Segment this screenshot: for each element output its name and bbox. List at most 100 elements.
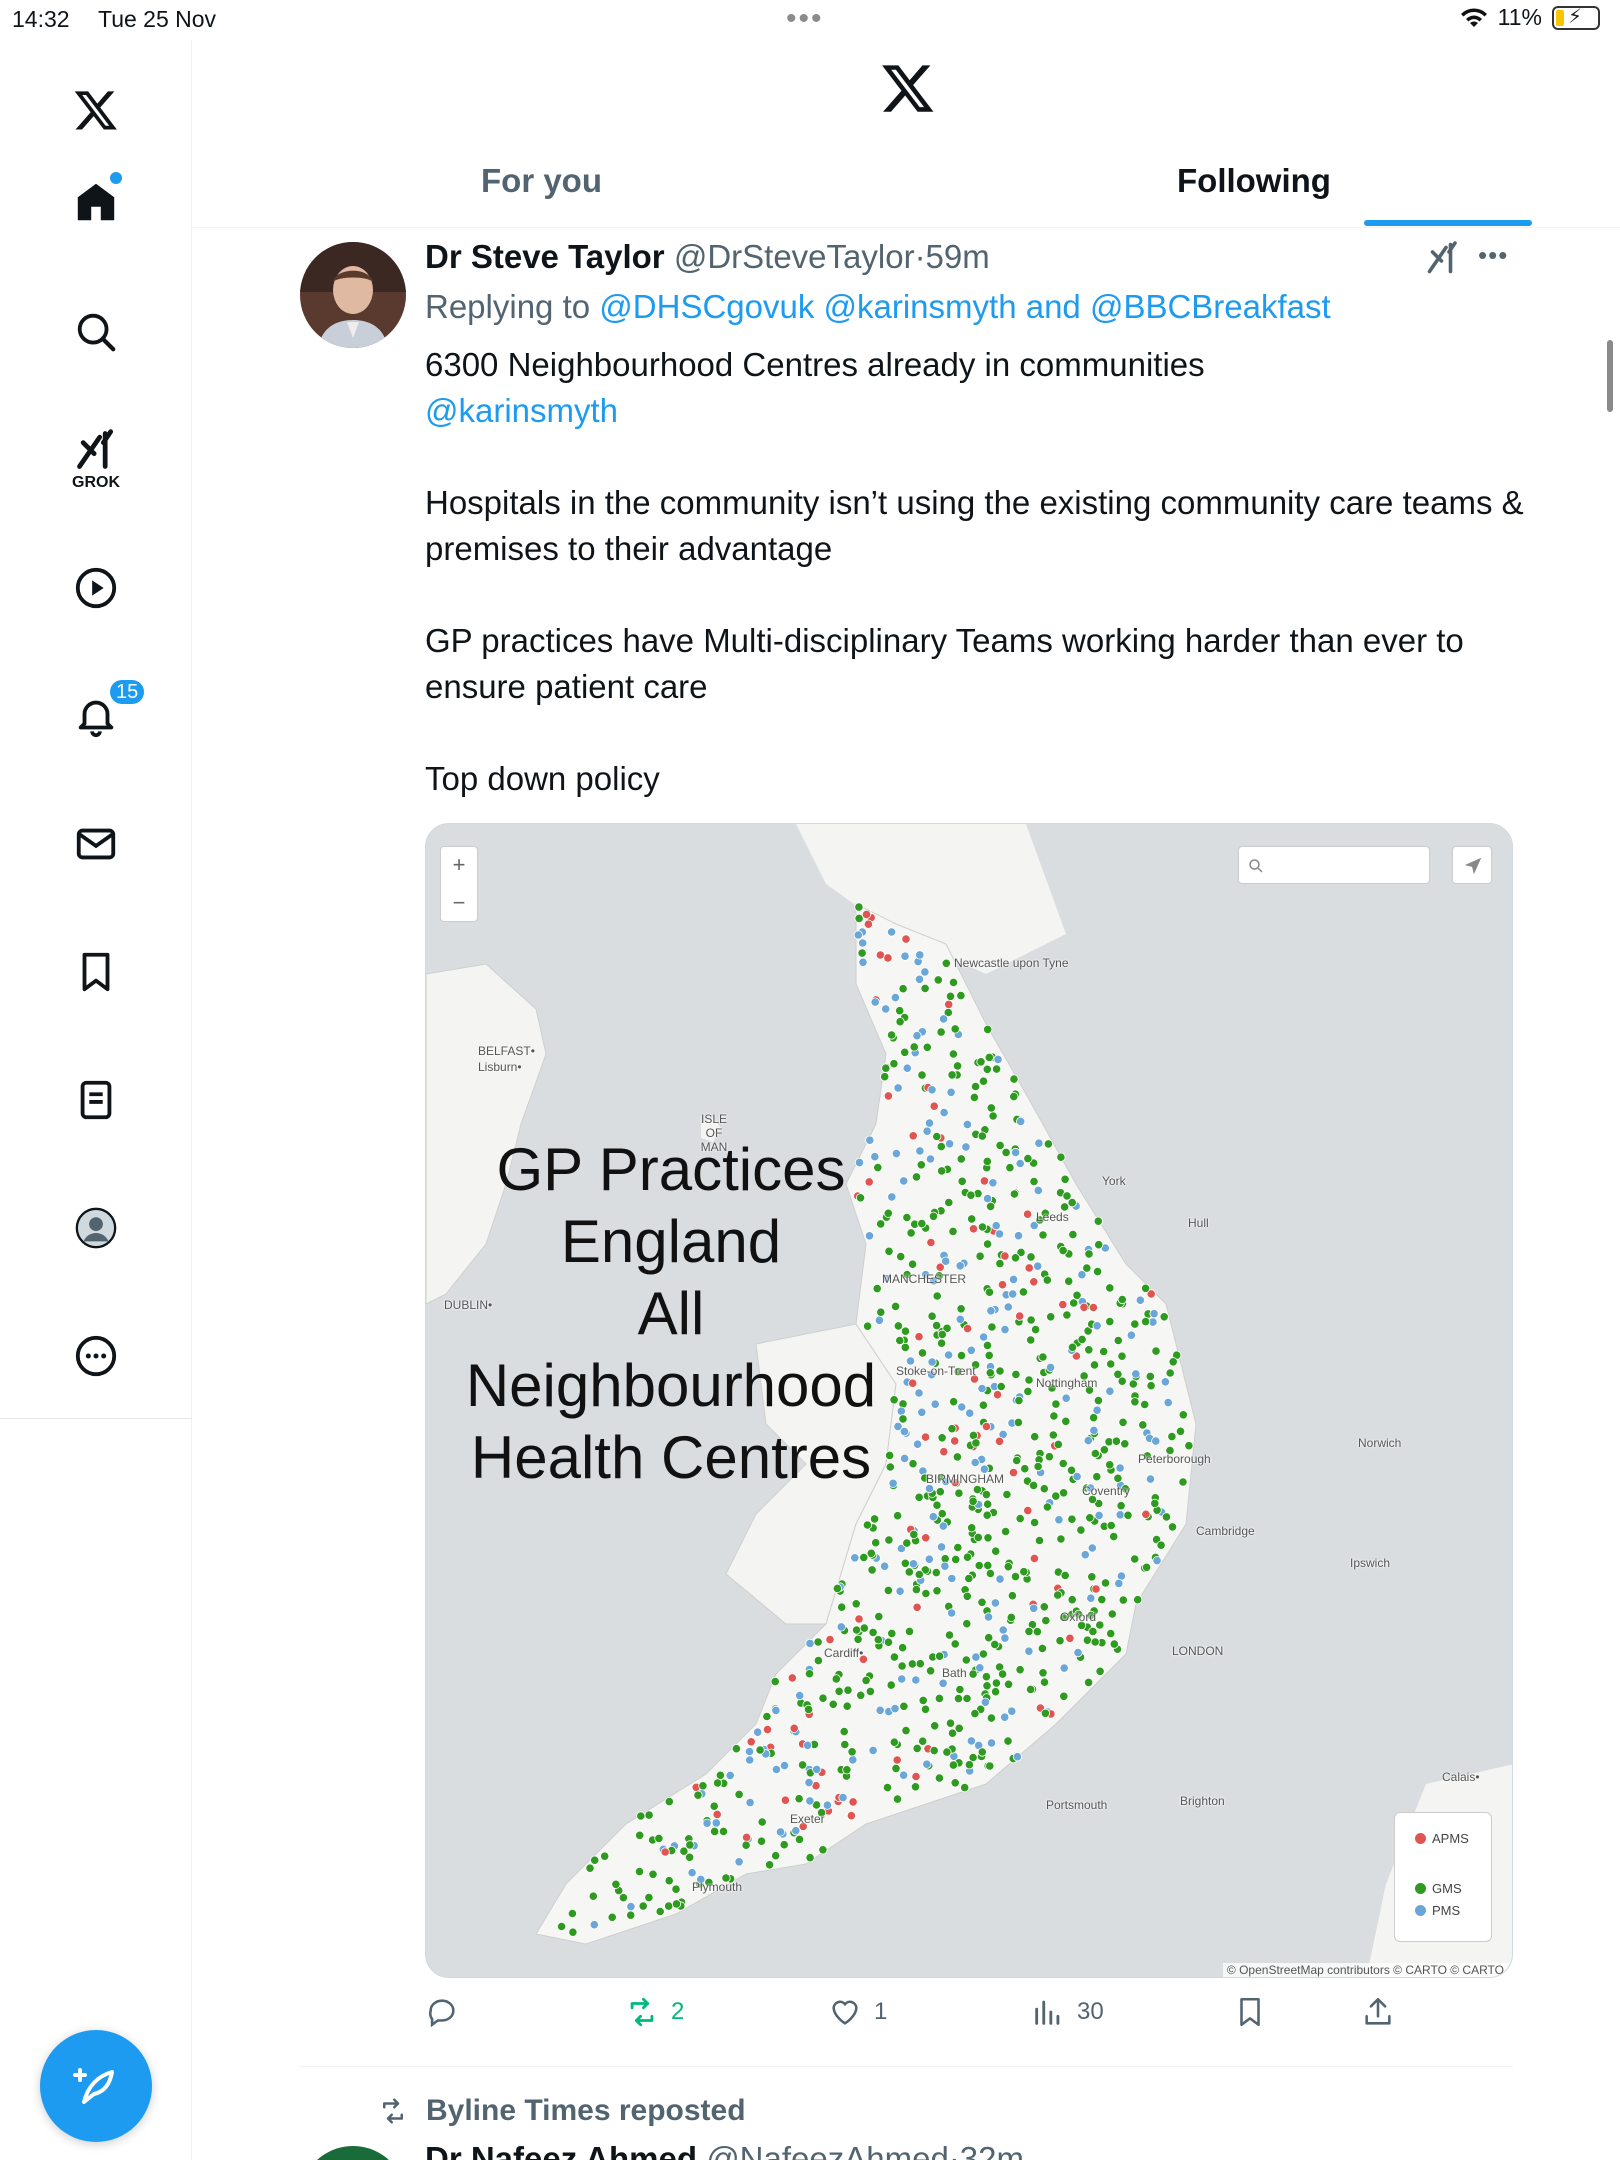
practice-dot [1023,1153,1033,1164]
practice-dot [934,1651,945,1661]
practice-dot [955,1684,965,1695]
tab-for-you[interactable]: For you [481,162,602,200]
practice-dot [1005,1163,1015,1173]
compose-button[interactable] [40,2030,152,2142]
map-search-input[interactable] [1238,846,1430,884]
reply-button[interactable] [425,1995,459,2029]
sidebar-item-messages[interactable] [56,804,136,884]
practice-dot [982,1239,993,1249]
sidebar-item-grok[interactable]: GROK [56,420,136,500]
practice-dot [911,1675,921,1685]
map-locate-button[interactable] [1452,846,1492,884]
practice-dot [912,1031,922,1041]
practice-dot [1024,1646,1034,1656]
practice-dot [960,1782,970,1793]
practice-dot [914,1492,924,1502]
bookmark-button[interactable] [1233,1995,1267,2029]
tweet-mention[interactable]: @karinsmyth [425,388,1525,434]
practice-dot [858,957,868,967]
practice-dot [984,1287,995,1297]
map-label: BELFAST• [478,1044,535,1058]
sidebar-item-x-logo[interactable] [56,70,136,150]
navigation-arrow-icon [1464,857,1482,875]
practice-dot [932,1291,942,1301]
share-button[interactable] [1361,1995,1395,2029]
practice-dot [1145,1371,1155,1382]
practice-dot [1123,1510,1133,1520]
practice-dot [1009,1189,1020,1199]
map-label: Coventry [1082,1484,1131,1498]
practice-dot [1000,1633,1010,1643]
tab-following[interactable]: Following [1177,162,1331,200]
practice-dot [861,909,872,920]
author-name[interactable]: Dr Steve Taylor [425,238,665,275]
avatar[interactable] [300,242,406,348]
author-handle[interactable]: @DrSteveTaylor [674,238,915,275]
avatar[interactable] [300,2146,406,2160]
tweet-image-map[interactable]: + − GP Practices England All Neighbourho… [425,823,1513,1978]
practice-dot [978,1649,989,1659]
sidebar-item-bookmarks[interactable] [56,932,136,1012]
practice-dot [964,1760,975,1770]
sidebar-item-home[interactable] [56,162,136,242]
practice-dot [957,1176,967,1186]
views-button[interactable]: 30 [1031,1995,1104,2029]
zoom-out-button[interactable]: − [441,885,477,923]
practice-dot [868,1627,878,1638]
practice-dot [1133,1595,1143,1605]
practice-dot [952,1452,963,1462]
like-button[interactable]: 1 [828,1995,887,2029]
tweet-time[interactable]: ·59m [915,238,990,275]
practice-dot [600,1851,610,1861]
map-title-line: Health Centres [470,1424,872,1491]
author-handle[interactable]: @NafeezAhmed [706,2140,949,2160]
practice-dot [741,1832,752,1843]
author-name[interactable]: Dr Nafeez Ahmed [425,2140,697,2160]
practice-dot [794,1834,805,1845]
grok-explain-icon[interactable] [1425,240,1461,276]
practice-dot [1023,1505,1033,1516]
practice-dot [709,1826,720,1837]
map-search-icon [1249,859,1263,873]
multitask-dots-icon[interactable]: ••• [786,2,824,36]
practice-dot [693,1790,703,1800]
tweet-more-icon[interactable]: ••• [1478,240,1508,271]
scrollbar[interactable] [1607,340,1613,412]
practice-dot [1092,1321,1102,1331]
replying-to-links[interactable]: @DHSCgovuk @karinsmyth and @BBCBreakfast [599,288,1330,325]
practice-dot [634,1867,645,1877]
sidebar-item-lists[interactable] [56,1060,136,1140]
practice-dot [1010,1147,1021,1158]
practice-dot [1012,1752,1023,1762]
practice-dot [853,930,863,940]
sidebar-item-search[interactable] [56,292,136,372]
practice-dot [1165,1368,1175,1378]
sidebar-item-more[interactable] [56,1316,136,1396]
sidebar-item-notifications[interactable]: 15 [56,676,147,756]
zoom-in-button[interactable]: + [441,847,477,885]
practice-dot [920,983,930,993]
practice-dot [1095,1620,1105,1630]
map-label: Norwich [1358,1436,1402,1450]
header-x-logo-icon[interactable] [880,60,936,116]
practice-dot [932,1586,942,1596]
practice-dot [1113,1473,1123,1483]
retweet-button[interactable]: 2 [625,1995,684,2029]
practice-dot [803,1704,814,1715]
practice-dot [1105,1386,1115,1396]
repost-indicator[interactable]: Byline Times reposted [378,2094,746,2128]
sidebar-item-profile[interactable] [56,1188,136,1268]
practice-dot [944,1197,954,1208]
practice-dot [965,1408,975,1418]
practice-dot [990,1639,1000,1650]
practice-dot [883,1585,893,1596]
practice-dot [961,1655,971,1665]
practice-dot [901,1725,911,1736]
sidebar-item-video[interactable] [56,548,136,628]
practice-dot [648,1869,658,1879]
practice-dot [859,1623,869,1633]
practice-dot [883,1091,893,1101]
practice-dot [1011,1369,1021,1380]
practice-dot [1083,1677,1094,1688]
tweet-time[interactable]: ·32m [949,2140,1024,2160]
